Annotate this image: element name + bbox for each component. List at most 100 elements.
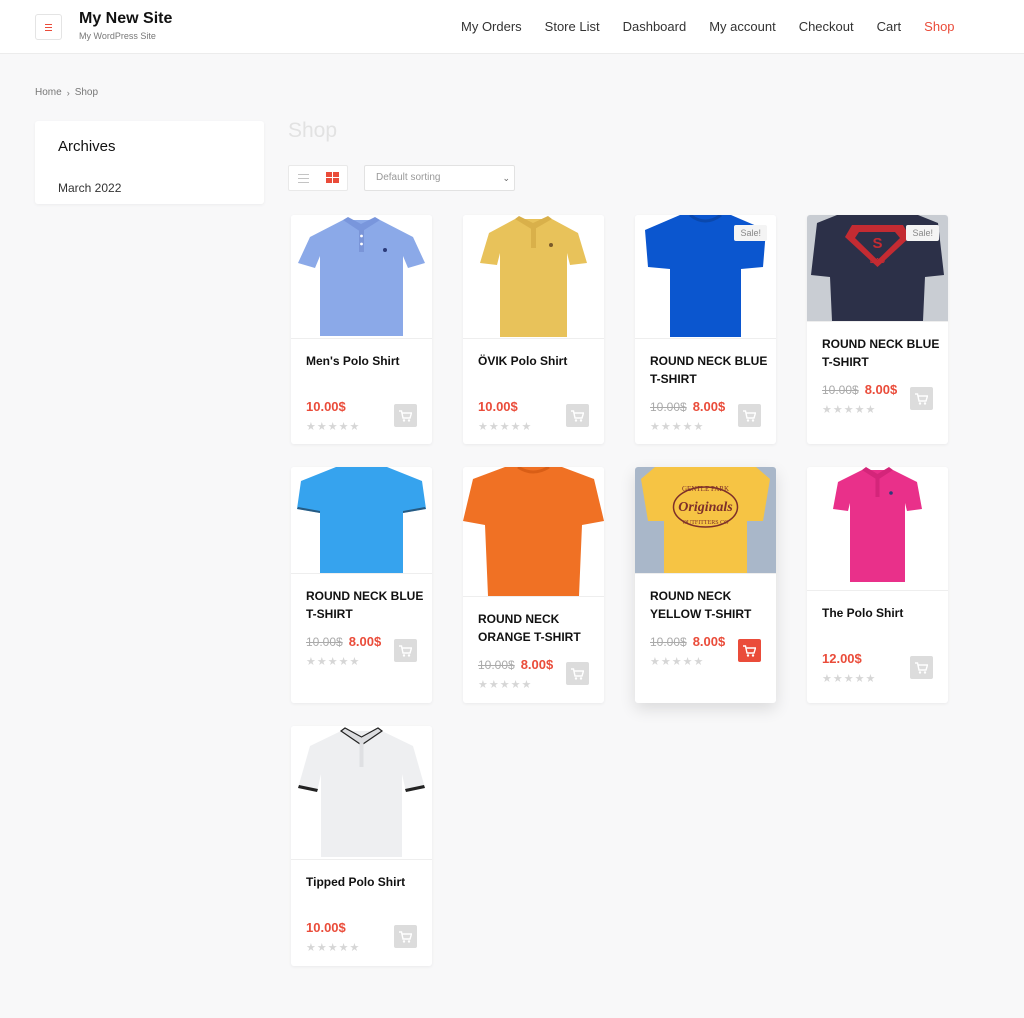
product-price: 10.00$ 8.00$: [650, 399, 725, 414]
nav-checkout[interactable]: Checkout: [799, 18, 854, 36]
nav-my-account[interactable]: My account: [709, 18, 775, 36]
cart-icon: [743, 409, 756, 422]
add-to-cart-button[interactable]: [394, 404, 417, 427]
sort-select-value: Default sorting: [376, 172, 441, 183]
product-card[interactable]: Sale! ROUND NECK BLUE T-SHIRT 10.00$ 8.0…: [635, 215, 776, 444]
product-name[interactable]: ROUND NECK ORANGE T-SHIRT: [478, 610, 596, 646]
svg-text:OUTFITTERS CO: OUTFITTERS CO: [683, 520, 730, 526]
product-image[interactable]: [291, 726, 432, 859]
star-rating: ★★★★★: [306, 942, 361, 954]
sale-badge: Sale!: [906, 225, 939, 241]
product-card[interactable]: S DAD Sale! ROUND NECK BLUE T-SHIRT 10.0…: [807, 215, 948, 444]
product-image[interactable]: [463, 467, 604, 596]
add-to-cart-button[interactable]: [394, 639, 417, 662]
star-rating: ★★★★★: [822, 673, 877, 685]
product-name[interactable]: Tipped Polo Shirt: [306, 873, 424, 891]
cart-icon: [571, 667, 584, 680]
list-view-button[interactable]: [289, 166, 318, 190]
product-price: 10.00$: [306, 399, 346, 414]
site-title[interactable]: My New Site: [79, 10, 172, 28]
current-price: 10.00$: [478, 399, 518, 414]
product-card[interactable]: GENTLE PARK Originals OUTFITTERS CO ROUN…: [635, 467, 776, 703]
add-to-cart-button[interactable]: [566, 662, 589, 685]
sort-select[interactable]: Default sorting ⌄: [364, 165, 515, 191]
product-card[interactable]: ROUND NECK BLUE T-SHIRT 10.00$ 8.00$ ★★★…: [291, 467, 432, 703]
cart-icon: [743, 644, 756, 657]
archives-widget: Archives March 2022: [35, 121, 264, 204]
product-name[interactable]: ROUND NECK BLUE T-SHIRT: [822, 335, 940, 371]
star-rating: ★★★★★: [650, 421, 705, 433]
add-to-cart-button[interactable]: [738, 639, 761, 662]
product-card[interactable]: The Polo Shirt 12.00$ ★★★★★: [807, 467, 948, 703]
nav-store-list[interactable]: Store List: [545, 18, 600, 36]
site-tagline: My WordPress Site: [79, 31, 156, 41]
cart-icon: [915, 661, 928, 674]
star-rating: ★★★★★: [650, 656, 705, 668]
product-card[interactable]: ÖVIK Polo Shirt 10.00$ ★★★★★: [463, 215, 604, 444]
old-price: 10.00$: [306, 635, 343, 649]
nav-dashboard[interactable]: Dashboard: [623, 18, 687, 36]
chevron-down-icon: ⌄: [502, 173, 510, 183]
add-to-cart-button[interactable]: [738, 404, 761, 427]
product-price: 10.00$ 8.00$: [478, 657, 553, 672]
svg-text:S: S: [872, 235, 882, 252]
product-image[interactable]: [807, 467, 948, 590]
add-to-cart-button[interactable]: [566, 404, 589, 427]
nav-cart[interactable]: Cart: [877, 18, 902, 36]
cart-icon: [399, 409, 412, 422]
product-name[interactable]: ROUND NECK YELLOW T-SHIRT: [650, 587, 768, 623]
product-card[interactable]: ROUND NECK ORANGE T-SHIRT 10.00$ 8.00$ ★…: [463, 467, 604, 703]
product-image[interactable]: [291, 467, 432, 573]
old-price: 10.00$: [822, 383, 859, 397]
product-name[interactable]: The Polo Shirt: [822, 604, 940, 622]
product-price: 10.00$: [478, 399, 518, 414]
product-price: 10.00$ 8.00$: [822, 382, 897, 397]
archive-link-march-2022[interactable]: March 2022: [58, 181, 121, 195]
current-price: 8.00$: [520, 657, 554, 672]
product-card[interactable]: Men's Polo Shirt 10.00$ ★★★★★: [291, 215, 432, 444]
hamburger-icon: [45, 23, 52, 31]
star-rating: ★★★★★: [478, 421, 533, 433]
old-price: 10.00$: [650, 635, 687, 649]
product-card[interactable]: Tipped Polo Shirt 10.00$ ★★★★★: [291, 726, 432, 966]
add-to-cart-button[interactable]: [394, 925, 417, 948]
site-header: My New Site My WordPress Site My Orders …: [0, 0, 1024, 54]
main-nav: My Orders Store List Dashboard My accoun…: [461, 18, 978, 36]
sale-badge: Sale!: [734, 225, 767, 241]
current-price: 8.00$: [692, 399, 726, 414]
cart-icon: [399, 644, 412, 657]
cart-icon: [915, 392, 928, 405]
breadcrumb-current: Shop: [74, 87, 99, 98]
product-price: 10.00$ 8.00$: [306, 634, 381, 649]
menu-toggle-button[interactable]: [35, 14, 62, 40]
nav-my-orders[interactable]: My Orders: [461, 18, 522, 36]
svg-text:Originals: Originals: [678, 500, 733, 515]
product-name[interactable]: ROUND NECK BLUE T-SHIRT: [306, 587, 424, 623]
current-price: 10.00$: [306, 399, 346, 414]
cart-icon: [399, 930, 412, 943]
product-image[interactable]: GENTLE PARK Originals OUTFITTERS CO: [635, 467, 776, 573]
breadcrumb: Home › Shop: [35, 87, 98, 98]
page-title: Shop: [288, 119, 338, 142]
star-rating: ★★★★★: [478, 679, 533, 691]
product-image[interactable]: [463, 215, 604, 338]
widget-title: Archives: [58, 138, 116, 155]
grid-icon: [326, 172, 339, 184]
star-rating: ★★★★★: [306, 421, 361, 433]
product-name[interactable]: ÖVIK Polo Shirt: [478, 352, 596, 370]
grid-view-button[interactable]: [318, 166, 347, 190]
product-name[interactable]: ROUND NECK BLUE T-SHIRT: [650, 352, 768, 388]
nav-shop[interactable]: Shop: [924, 18, 954, 36]
star-rating: ★★★★★: [822, 404, 877, 416]
add-to-cart-button[interactable]: [910, 387, 933, 410]
product-name[interactable]: Men's Polo Shirt: [306, 352, 424, 370]
product-image[interactable]: [291, 215, 432, 338]
add-to-cart-button[interactable]: [910, 656, 933, 679]
product-price: 12.00$: [822, 651, 862, 666]
list-icon: [298, 173, 309, 183]
old-price: 10.00$: [650, 400, 687, 414]
product-price: 10.00$: [306, 920, 346, 935]
breadcrumb-home[interactable]: Home: [35, 87, 62, 98]
star-rating: ★★★★★: [306, 656, 361, 668]
current-price: 8.00$: [692, 634, 726, 649]
